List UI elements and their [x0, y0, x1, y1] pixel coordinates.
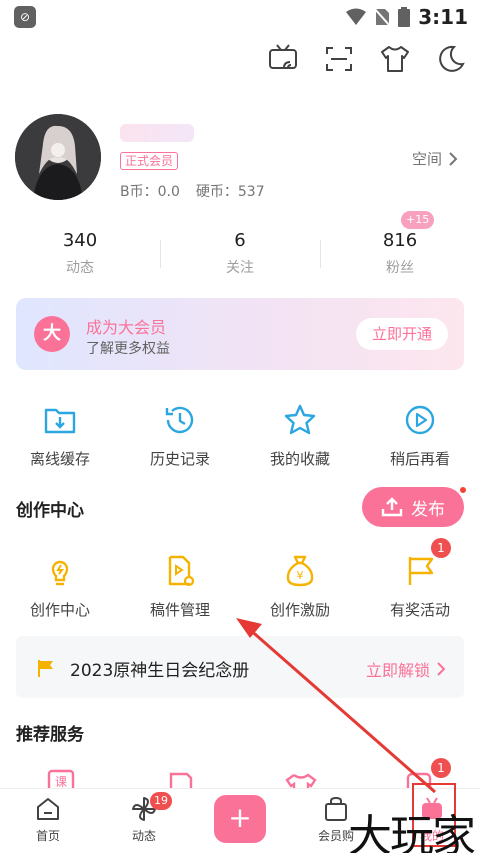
- night-mode-moon-icon[interactable]: [434, 42, 468, 76]
- vip-subtitle: 了解更多权益: [86, 341, 170, 357]
- publish-notification-dot: [458, 485, 468, 495]
- creation-item-label: 创作激励: [269, 601, 330, 619]
- watch-later-icon: [405, 405, 435, 435]
- stat-number: 6: [234, 230, 246, 251]
- vip-title: 成为大会员: [86, 318, 167, 337]
- creation-item-label: 有奖活动: [389, 601, 450, 619]
- services-row: 课: [0, 768, 480, 790]
- space-label: 空间: [411, 150, 442, 168]
- creation-item-label: 稿件管理: [149, 601, 210, 619]
- profile-stats: 340 动态 6 关注 816 粉丝: [0, 230, 480, 284]
- star-icon: [284, 404, 316, 435]
- promo-unlock-link[interactable]: 立即解锁: [366, 657, 446, 681]
- vip-banner[interactable]: 大 成为大会员 了解更多权益 立即开通: [16, 298, 464, 370]
- document-icon[interactable]: [166, 770, 196, 790]
- quick-action-history[interactable]: 历史记录: [120, 402, 240, 469]
- bcoin-balance: B币：0.0: [120, 184, 180, 200]
- chevron-right-icon: [449, 151, 458, 166]
- publish-button[interactable]: 发布: [362, 487, 464, 527]
- username-blurred: [120, 124, 194, 142]
- stat-fans[interactable]: 816 粉丝: [320, 230, 480, 277]
- home-icon: [37, 798, 59, 820]
- coin-balance: B币：0.0 硬币：537: [120, 181, 281, 201]
- no-sim-icon: [374, 7, 391, 27]
- nav-home[interactable]: 首页: [0, 795, 96, 844]
- creation-item-incentive[interactable]: ¥ 创作激励: [240, 553, 360, 620]
- creation-item-center[interactable]: 创作中心: [0, 553, 120, 620]
- quick-action-offline-cache[interactable]: 离线缓存: [0, 402, 120, 469]
- creation-center-title: 创作中心: [16, 501, 84, 521]
- watermark-text: 大玩家: [348, 811, 476, 853]
- dynamics-badge: 19: [150, 792, 172, 810]
- nav-label: 动态: [131, 829, 156, 843]
- money-bag-icon: ¥: [286, 555, 314, 587]
- nav-dynamics[interactable]: 动态: [96, 795, 192, 844]
- flag-icon: [38, 660, 53, 677]
- scan-icon[interactable]: [322, 42, 356, 76]
- chevron-right-icon: [437, 662, 446, 676]
- manuscript-icon: [168, 555, 195, 587]
- cast-tv-icon[interactable]: [266, 42, 300, 76]
- creation-item-label: 创作中心: [29, 601, 90, 619]
- download-folder-icon: [44, 408, 76, 434]
- quick-action-label: 稍后再看: [389, 450, 450, 468]
- lightbulb-icon: [51, 560, 69, 586]
- nav-label: 首页: [35, 829, 60, 843]
- promo-link-label: 立即解锁: [365, 661, 430, 680]
- quick-action-label: 历史记录: [149, 450, 210, 468]
- shopping-bag-icon: [325, 796, 347, 821]
- activities-badge: 1: [431, 538, 451, 558]
- outfit-shirt-icon[interactable]: [378, 42, 412, 76]
- stat-number: 816: [382, 230, 418, 251]
- publish-label: 发布: [411, 499, 445, 520]
- history-clock-icon: [165, 406, 194, 434]
- vip-logo-icon: 大: [34, 316, 70, 352]
- status-bar: ⊘ 3:11: [0, 0, 480, 34]
- status-icons: 3:11: [346, 4, 468, 30]
- avatar[interactable]: [15, 114, 101, 200]
- notification-app-icon: ⊘: [14, 6, 36, 28]
- coin-count: 硬币：537: [195, 184, 265, 200]
- stat-dynamics[interactable]: 340 动态: [0, 230, 160, 277]
- status-time: 3:11: [418, 5, 468, 29]
- promo-banner[interactable]: 2023原神生日会纪念册 立即解锁: [16, 636, 464, 698]
- stat-label: 粉丝: [386, 260, 414, 276]
- svg-text:课: 课: [55, 775, 67, 789]
- vip-open-button[interactable]: 立即开通: [356, 318, 448, 350]
- member-badge: 正式会员: [120, 152, 179, 170]
- fans-increase-badge: +15: [401, 211, 435, 229]
- creation-item-activities[interactable]: 有奖活动: [360, 553, 480, 620]
- svg-text:¥: ¥: [297, 569, 304, 582]
- quick-action-watch-later[interactable]: 稍后再看: [360, 402, 480, 469]
- stat-label: 关注: [226, 260, 254, 276]
- creation-item-manuscripts[interactable]: 稿件管理: [120, 553, 240, 620]
- stat-number: 340: [62, 230, 98, 251]
- quick-action-label: 离线缓存: [29, 450, 90, 468]
- stat-following[interactable]: 6 关注: [160, 230, 320, 277]
- promo-title: 2023原神生日会纪念册: [70, 661, 250, 681]
- stat-label: 动态: [66, 260, 94, 276]
- battery-icon: [398, 7, 411, 27]
- space-link[interactable]: 空间: [412, 148, 458, 169]
- quick-action-favorites[interactable]: 我的收藏: [240, 402, 360, 469]
- course-icon[interactable]: 课: [46, 768, 76, 790]
- upload-icon: [381, 497, 403, 517]
- quick-action-label: 我的收藏: [269, 450, 330, 468]
- wifi-icon: [346, 8, 367, 25]
- services-badge: 1: [431, 758, 451, 778]
- recommended-services-title: 推荐服务: [16, 725, 84, 745]
- avatar-image: [15, 114, 101, 200]
- flag-icon: [408, 557, 434, 585]
- create-plus-button[interactable]: +: [214, 795, 266, 843]
